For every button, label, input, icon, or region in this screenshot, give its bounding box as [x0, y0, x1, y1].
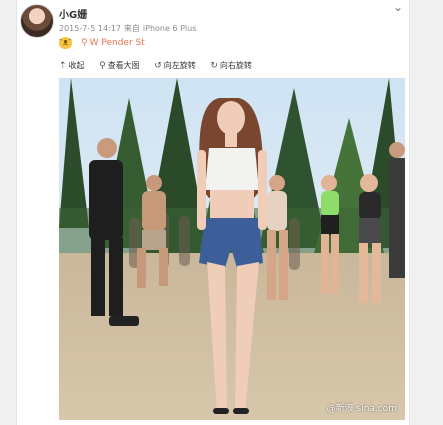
image-toolbar: ⇡ 收起 ⚲ 查看大图 ↺ 向左旋转 ↻ 向右旋转: [59, 60, 264, 74]
arrow-up-icon: ⇡: [59, 61, 67, 71]
magnifier-icon: ⚲: [99, 61, 106, 71]
chevron-down-icon[interactable]: ⌄: [393, 1, 403, 13]
collapse-button[interactable]: ⇡ 收起: [59, 60, 85, 71]
rotate-right-label: 向右旋转: [219, 61, 252, 70]
collapse-label: 收起: [68, 61, 85, 70]
post-date[interactable]: 2015-7-5 14:17: [59, 24, 121, 33]
rotate-left-button[interactable]: ↺ 向左旋转: [154, 60, 196, 71]
photo-watermark: @新浪 sina.com: [326, 404, 397, 414]
photo-illustration: [59, 78, 405, 420]
username[interactable]: 小G姗: [59, 6, 87, 21]
source-prefix: 来自: [123, 24, 140, 33]
location-label: W Pender St: [89, 38, 145, 48]
weibo-post-card: 小G姗 ⌄ 2015-7-5 14:17 来自 iPhone 6 Plus ᵔᴥᵔ …: [16, 0, 410, 425]
smiley-cat-emoji-icon: ᵔᴥᵔ: [59, 37, 72, 49]
avatar[interactable]: [20, 4, 54, 38]
rotate-left-icon: ↺: [154, 61, 162, 71]
view-large-label: 查看大图: [107, 61, 140, 70]
location-pin-icon: ⚲: [81, 38, 88, 48]
rotate-right-button[interactable]: ↻ 向右旋转: [210, 60, 252, 71]
post-source[interactable]: iPhone 6 Plus: [143, 24, 196, 33]
location-link[interactable]: ⚲ W Pender St: [81, 38, 145, 48]
post-meta: 2015-7-5 14:17 来自 iPhone 6 Plus: [59, 23, 199, 34]
rotate-right-icon: ↻: [210, 61, 218, 71]
rotate-left-label: 向左旋转: [163, 61, 196, 70]
post-photo[interactable]: @新浪 sina.com: [59, 78, 405, 420]
view-large-button[interactable]: ⚲ 查看大图: [99, 60, 140, 71]
